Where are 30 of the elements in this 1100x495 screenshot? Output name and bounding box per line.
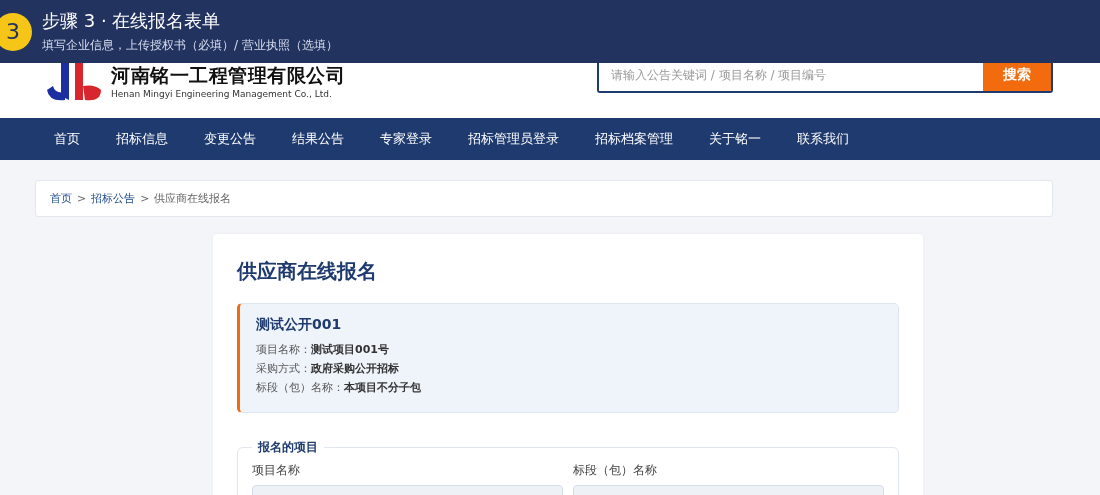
nav-link[interactable]: 专家登录 [362,118,450,160]
section-legend: 报名的项目 [252,439,324,456]
info-label: 项目名称： [256,343,311,356]
step-number: 3 [0,12,32,51]
nav-link[interactable]: 招标档案管理 [577,118,691,160]
info-label: 采购方式： [256,362,311,375]
info-value: 本项目不分子包 [344,381,421,394]
step-title: 步骤 3 · 在线报名表单 [42,9,222,33]
info-value: 测试项目001号 [311,343,389,356]
info-label: 标段（包）名称： [256,381,344,394]
breadcrumb-separator: > [140,192,150,205]
step-subtitle: 填写企业信息，上传授权书（必填）/ 营业执照（选填） [42,37,338,54]
page-title: 供应商在线报名 [237,258,378,285]
breadcrumb-link[interactable]: 招标公告 [91,191,136,206]
breadcrumb-separator: > [77,192,87,205]
nav-link[interactable]: 结果公告 [274,118,362,160]
breadcrumb-link[interactable]: 首页 [50,191,72,206]
project-title: 测试公开001 [256,316,343,334]
info-value: 政府采购公开招标 [311,362,399,375]
breadcrumb-current: 供应商在线报名 [154,191,232,206]
field-label: 标段（包）名称 [573,462,658,479]
field-label: 项目名称 [252,462,301,479]
nav-link[interactable]: 变更公告 [186,118,274,160]
company-name: 河南铭一工程管理有限公司 [111,63,345,88]
nav-link[interactable]: 首页 [36,118,98,160]
nav-link[interactable]: 关于铭一 [691,118,779,160]
company-name-english: Henan Mingyi Engineering Management Co., Ltd. [111,89,333,99]
nav-link[interactable]: 招标管理员登录 [450,118,577,160]
nav-link[interactable]: 招标信息 [98,118,186,160]
nav-link[interactable]: 联系我们 [779,118,867,160]
